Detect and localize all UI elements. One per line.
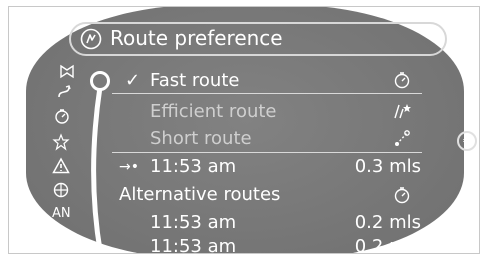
stopwatch-icon[interactable]: [53, 107, 71, 125]
route-distance: 0.3 mls: [354, 156, 421, 177]
route-distance: 0.2 mls: [354, 236, 421, 254]
route-arrow-icon: →•: [119, 159, 139, 175]
selected-underline: [112, 93, 422, 94]
efficient-route-icon: [394, 104, 411, 119]
stopwatch-icon: [394, 72, 410, 89]
screenshot-frame: Route preference AN ✓ Fast route Efficie…: [8, 6, 480, 254]
address-an-icon[interactable]: AN: [52, 205, 71, 223]
controller-knob[interactable]: [90, 71, 110, 91]
star-icon[interactable]: [52, 133, 70, 151]
option-label: Efficient route: [150, 101, 277, 122]
compass-route-icon: [80, 28, 102, 50]
section-header: Alternative routes: [119, 184, 281, 205]
route-time: 11:53 am: [150, 212, 237, 233]
selection-arc: [91, 86, 103, 253]
page-title: Route preference: [110, 26, 283, 50]
route-arrow-icon[interactable]: [55, 83, 73, 101]
crosshair-icon[interactable]: [52, 181, 70, 199]
stopwatch-icon: [394, 187, 410, 204]
forward-arrow-icon[interactable]: ⇒: [457, 131, 477, 151]
route-time: 11:53 am: [150, 156, 237, 177]
route-time: 11:53 am: [150, 236, 237, 254]
nav-map-icon[interactable]: [58, 63, 76, 81]
section-divider: [112, 152, 422, 153]
zoom-plus-icon[interactable]: [53, 227, 71, 245]
short-route-icon: [395, 130, 410, 146]
warning-icon[interactable]: [52, 157, 70, 175]
option-label: Fast route: [150, 70, 240, 91]
check-mark-icon: ✓: [125, 70, 141, 91]
route-distance: 0.2 mls: [354, 212, 421, 233]
option-label: Short route: [150, 128, 252, 149]
